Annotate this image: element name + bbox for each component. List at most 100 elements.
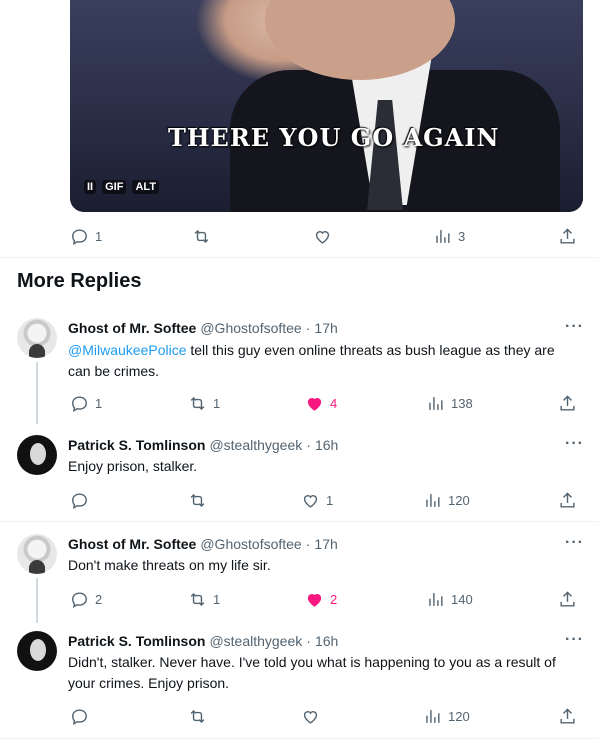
views-button[interactable]: 3: [433, 227, 465, 246]
author-name[interactable]: Patrick S. Tomlinson: [68, 437, 205, 453]
views-button[interactable]: 120: [423, 707, 470, 726]
more-options-icon[interactable]: ···: [565, 435, 584, 453]
gif-badges: II GIF ALT: [84, 180, 160, 194]
retweet-icon: [190, 709, 205, 723]
retweet-button[interactable]: 1: [188, 394, 220, 413]
views-button[interactable]: 138: [426, 394, 473, 413]
post-text: Enjoy prison, stalker.: [68, 458, 198, 474]
retweet-icon: [194, 229, 209, 243]
retweet-button[interactable]: 1: [188, 590, 220, 609]
retweet-icon: [190, 592, 205, 606]
reply-icon: [72, 492, 87, 509]
reply-button[interactable]: [70, 707, 89, 726]
more-options-icon[interactable]: ···: [565, 631, 584, 649]
divider: [0, 738, 598, 739]
tweet-actions: 1 3: [70, 225, 582, 247]
thread-line: [36, 362, 38, 424]
heart-filled-icon: [307, 397, 322, 411]
divider: [0, 257, 598, 258]
like-button[interactable]: [301, 707, 320, 726]
more-options-icon[interactable]: ···: [565, 318, 584, 336]
like-count: 1: [326, 492, 334, 508]
heart-icon: [315, 230, 330, 244]
views-count: 140: [451, 591, 473, 607]
retweet-button[interactable]: [188, 707, 207, 726]
like-button[interactable]: 2: [305, 590, 337, 609]
heart-filled-icon: [307, 593, 322, 607]
avatar[interactable]: [17, 534, 57, 574]
gif-media[interactable]: THERE YOU GO AGAIN II GIF ALT: [70, 0, 583, 212]
reply-button[interactable]: 1: [70, 227, 102, 246]
alt-badge[interactable]: ALT: [132, 180, 160, 194]
reply-button[interactable]: 2: [70, 590, 102, 609]
author-handle[interactable]: @stealthygeek: [209, 437, 302, 453]
views-count: 138: [451, 395, 473, 411]
pause-button[interactable]: II: [84, 180, 97, 194]
post-header: Patrick S. Tomlinson @stealthygeek · 16h: [68, 437, 338, 453]
section-title: More Replies: [17, 270, 142, 292]
like-button[interactable]: [313, 227, 332, 246]
author-handle[interactable]: @Ghostofsoftee: [200, 536, 301, 552]
like-button[interactable]: 1: [301, 491, 333, 510]
post-time[interactable]: 16h: [315, 437, 338, 453]
share-button[interactable]: [558, 590, 577, 609]
share-button[interactable]: [558, 227, 577, 246]
post-text: Don't make threats on my life sir.: [68, 557, 271, 573]
reply-icon: [72, 395, 87, 412]
views-count: 120: [448, 708, 470, 724]
post-text: Didn't, stalker. Never have. I've told y…: [68, 654, 556, 691]
like-count: 2: [330, 591, 338, 607]
gif-caption: THERE YOU GO AGAIN: [168, 123, 500, 152]
like-button[interactable]: 4: [305, 394, 337, 413]
separator-dot: ·: [305, 536, 311, 552]
separator-dot: ·: [305, 320, 311, 336]
analytics-icon: [429, 396, 443, 410]
reply-count: 2: [95, 591, 103, 607]
share-icon: [560, 394, 575, 411]
share-icon: [560, 590, 575, 607]
post-actions: 120: [70, 705, 582, 727]
author-handle[interactable]: @Ghostofsoftee: [200, 320, 301, 336]
analytics-icon: [436, 229, 450, 243]
views-count: 3: [458, 228, 466, 244]
more-options-icon[interactable]: ···: [565, 534, 584, 552]
post-header: Ghost of Mr. Softee @Ghostofsoftee · 17h: [68, 320, 338, 336]
mention-link[interactable]: @MilwaukeePolice: [68, 342, 186, 358]
avatar[interactable]: [17, 435, 57, 475]
share-button[interactable]: [558, 491, 577, 510]
post-header: Patrick S. Tomlinson @stealthygeek · 16h: [68, 633, 338, 649]
avatar[interactable]: [17, 631, 57, 671]
post-time[interactable]: 17h: [314, 536, 337, 552]
reply-count: 1: [95, 228, 103, 244]
post-time[interactable]: 16h: [315, 633, 338, 649]
author-name[interactable]: Ghost of Mr. Softee: [68, 320, 196, 336]
reply-button[interactable]: [70, 491, 89, 510]
author-name[interactable]: Ghost of Mr. Softee: [68, 536, 196, 552]
reply-button[interactable]: 1: [70, 394, 102, 413]
post-text: @MilwaukeePolice tell this guy even onli…: [68, 340, 578, 382]
retweet-icon: [190, 493, 205, 507]
like-count: 4: [330, 395, 338, 411]
share-button[interactable]: [558, 394, 577, 413]
post-header: Ghost of Mr. Softee @Ghostofsoftee · 17h: [68, 536, 338, 552]
thread-line: [36, 578, 38, 623]
analytics-icon: [426, 493, 440, 507]
author-handle[interactable]: @stealthygeek: [209, 633, 302, 649]
avatar[interactable]: [17, 318, 57, 358]
post-actions: 1 120: [70, 489, 582, 511]
separator-dot: ·: [306, 633, 311, 649]
reply-icon: [72, 591, 87, 608]
views-button[interactable]: 140: [426, 590, 473, 609]
post-time[interactable]: 17h: [314, 320, 337, 336]
retweet-button[interactable]: [192, 227, 211, 246]
views-button[interactable]: 120: [423, 491, 470, 510]
separator-dot: ·: [306, 437, 311, 453]
retweet-count: 1: [213, 591, 221, 607]
post-actions: 2 1 2 140: [70, 588, 582, 610]
analytics-icon: [429, 592, 443, 606]
author-name[interactable]: Patrick S. Tomlinson: [68, 633, 205, 649]
share-button[interactable]: [558, 707, 577, 726]
reply-icon: [72, 708, 87, 725]
retweet-button[interactable]: [188, 491, 207, 510]
analytics-icon: [426, 709, 440, 723]
